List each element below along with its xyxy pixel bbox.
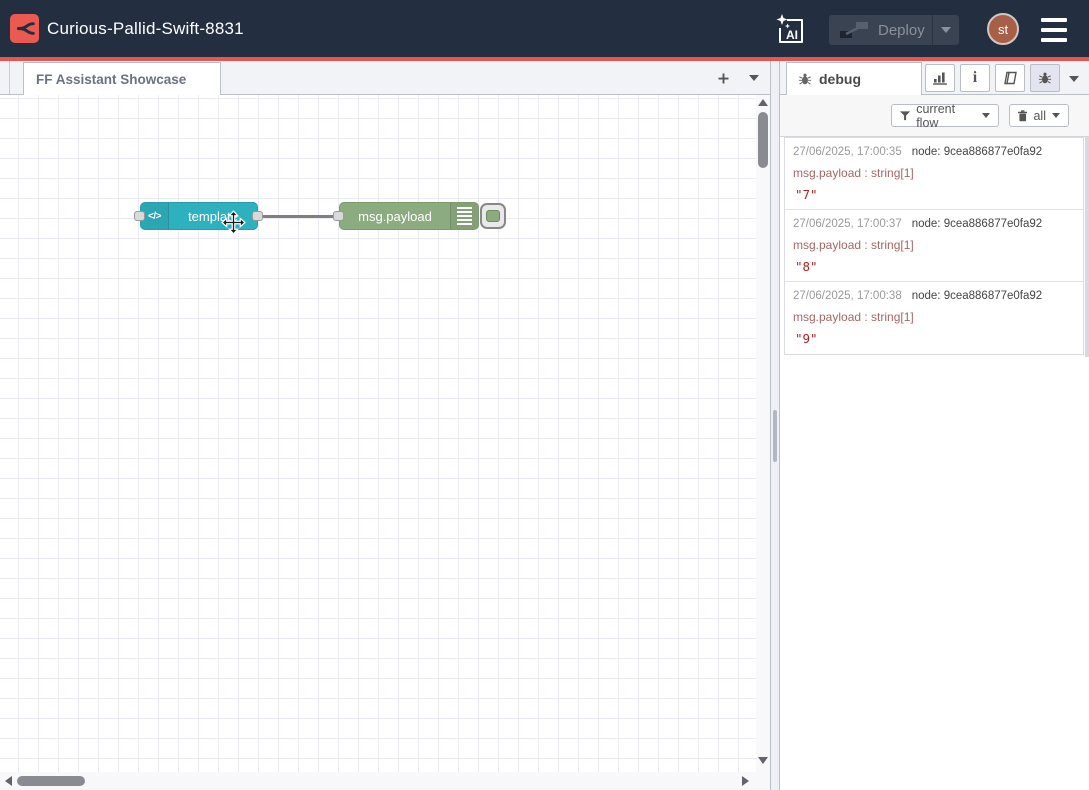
- message-meta: 27/06/2025, 17:00:38 node: 9cea886877e0fa…: [793, 290, 1075, 302]
- debug-clear-button[interactable]: all: [1009, 104, 1069, 127]
- filter-icon: [900, 111, 910, 121]
- message-property: msg.payload : string[1]: [793, 238, 1075, 252]
- help-panel-button[interactable]: [995, 64, 1025, 92]
- chevron-down-icon: [749, 75, 759, 81]
- bug-icon: [1038, 71, 1052, 85]
- message-meta: 27/06/2025, 17:00:35 node: 9cea886877e0fa…: [793, 146, 1075, 158]
- message-value: "7": [793, 187, 1075, 202]
- debug-list-icon: [457, 207, 472, 225]
- user-avatar[interactable]: st: [987, 13, 1019, 45]
- deploy-button[interactable]: Deploy: [829, 15, 959, 45]
- sidebar-tab-header: debug i: [780, 61, 1089, 95]
- message-value: "8": [793, 259, 1075, 274]
- deploy-button-main[interactable]: Deploy: [829, 15, 932, 45]
- clear-scope-label: all: [1033, 109, 1046, 123]
- debug-message[interactable]: 27/06/2025, 17:00:37 node: 9cea886877e0fa…: [785, 210, 1083, 282]
- flow-tab-label: FF Assistant Showcase: [36, 72, 186, 87]
- scroll-up-arrow-icon[interactable]: [758, 99, 768, 106]
- debug-panel-button[interactable]: [1030, 64, 1060, 92]
- message-property: msg.payload : string[1]: [793, 310, 1075, 324]
- logo-glyph-icon: [14, 18, 35, 39]
- canvas-vertical-scrollbar: [756, 95, 770, 772]
- main-menu-button[interactable]: [1041, 18, 1067, 42]
- horizontal-scrollbar-thumb[interactable]: [17, 776, 85, 786]
- move-cursor-icon: [221, 210, 246, 235]
- debug-node-icon-region: [450, 203, 478, 229]
- header: Curious-Pallid-Swift-8831 AI Deploy: [0, 0, 1089, 61]
- node-msg-payload[interactable]: msg.payload: [339, 202, 479, 230]
- debug-message[interactable]: 27/06/2025, 17:00:38 node: 9cea886877e0fa…: [785, 282, 1083, 354]
- message-timestamp: 27/06/2025, 17:00:38: [793, 290, 902, 302]
- message-timestamp: 27/06/2025, 17:00:37: [793, 218, 902, 230]
- message-node-id: node: 9cea886877e0fa92: [912, 146, 1042, 158]
- instance-title: Curious-Pallid-Swift-8831: [47, 0, 244, 57]
- deploy-icon: [839, 21, 869, 39]
- bug-icon: [798, 72, 812, 86]
- node-label: msg.payload: [340, 203, 450, 229]
- flow-canvas[interactable]: </> template msg.payload: [0, 95, 756, 772]
- flow-list-button[interactable]: [745, 69, 763, 87]
- avatar-initials: st: [998, 22, 1008, 37]
- scroll-right-arrow-icon[interactable]: [742, 776, 749, 786]
- debug-input-port[interactable]: [333, 211, 344, 221]
- code-icon: </>: [148, 211, 161, 222]
- chevron-down-icon: [1052, 113, 1060, 118]
- flowfuse-logo-icon[interactable]: [10, 14, 39, 43]
- tab-ff-assistant-showcase[interactable]: FF Assistant Showcase: [23, 62, 221, 95]
- message-node-id: node: 9cea886877e0fa92: [912, 290, 1042, 302]
- wire-template-to-debug[interactable]: [262, 215, 340, 218]
- bar-chart-icon: [932, 71, 948, 85]
- debug-enable-toggle[interactable]: [480, 203, 506, 229]
- node-red-editor: Curious-Pallid-Swift-8831 AI Deploy: [0, 0, 1089, 790]
- book-icon: [1003, 71, 1018, 85]
- message-property: msg.payload : string[1]: [793, 166, 1075, 180]
- plus-icon: [716, 71, 731, 86]
- debug-toggle-indicator: [486, 210, 500, 222]
- sidebar: debug i: [780, 61, 1089, 790]
- deploy-label: Deploy: [878, 22, 925, 39]
- workspace-tabbar: FF Assistant Showcase: [0, 61, 770, 95]
- add-flow-button[interactable]: [712, 67, 734, 89]
- chevron-down-icon: [941, 27, 951, 33]
- dashboard-chart-button[interactable]: [925, 64, 955, 92]
- debug-message-list: 27/06/2025, 17:00:35 node: 9cea886877e0fa…: [784, 137, 1084, 355]
- filter-label: current flow: [916, 102, 976, 130]
- tabbar-edge-divider: [9, 61, 10, 94]
- info-icon: i: [973, 70, 977, 86]
- menu-bar-icon: [1041, 38, 1067, 42]
- deploy-options-button[interactable]: [932, 15, 959, 45]
- svg-text:AI: AI: [786, 28, 798, 42]
- sidebar-resize-grip[interactable]: [773, 410, 777, 462]
- canvas-horizontal-scrollbar: [0, 772, 770, 790]
- template-node-icon-region: </>: [141, 203, 169, 229]
- sidebar-tab-debug[interactable]: debug: [786, 62, 922, 95]
- ai-assistant-button[interactable]: AI: [774, 12, 808, 48]
- scroll-left-arrow-icon[interactable]: [5, 776, 12, 786]
- sidebar-tab-label: debug: [819, 71, 861, 87]
- message-timestamp: 27/06/2025, 17:00:35: [793, 146, 902, 158]
- trash-icon: [1018, 110, 1027, 122]
- menu-bar-icon: [1041, 18, 1067, 22]
- sidebar-options-button[interactable]: [1065, 70, 1083, 88]
- message-value: "9": [793, 331, 1075, 346]
- message-node-id: node: 9cea886877e0fa92: [912, 218, 1042, 230]
- template-output-port[interactable]: [252, 211, 263, 221]
- message-meta: 27/06/2025, 17:00:37 node: 9cea886877e0fa…: [793, 218, 1075, 230]
- debug-toolbar: current flow all: [780, 95, 1089, 137]
- template-input-port[interactable]: [134, 211, 145, 221]
- menu-bar-icon: [1041, 28, 1067, 32]
- vertical-scrollbar-thumb[interactable]: [758, 112, 768, 168]
- info-panel-button[interactable]: i: [960, 64, 990, 92]
- debug-filter-button[interactable]: current flow: [891, 104, 999, 127]
- debug-message[interactable]: 27/06/2025, 17:00:35 node: 9cea886877e0fa…: [785, 138, 1083, 210]
- sidebar-divider: [770, 61, 780, 790]
- sidebar-scrollbar[interactable]: [1085, 137, 1089, 357]
- scroll-down-arrow-icon[interactable]: [758, 757, 768, 764]
- chevron-down-icon: [982, 113, 990, 118]
- ai-sparkle-icon: AI: [775, 13, 807, 47]
- chevron-down-icon: [1069, 76, 1079, 82]
